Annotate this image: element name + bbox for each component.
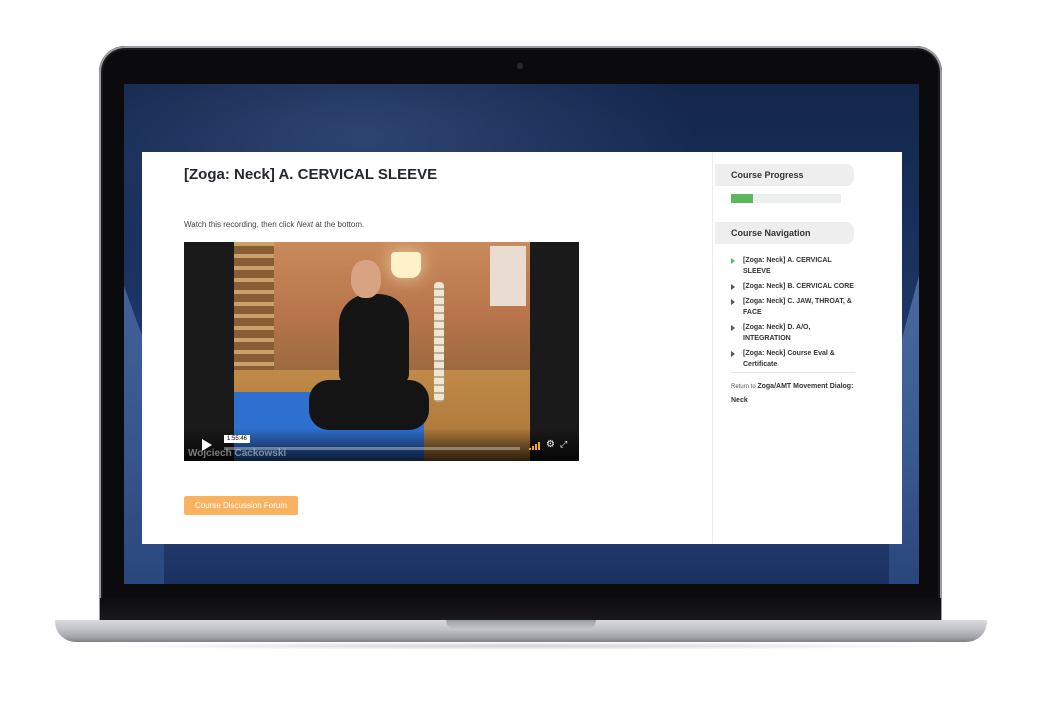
volume-bar — [535, 444, 537, 450]
lesson-instruction: Watch this recording, then click Next at… — [184, 220, 364, 229]
nav-item-cervical-core[interactable]: [Zoga: Neck] B. CERVICAL CORE — [731, 281, 856, 292]
laptop-hinge — [100, 598, 941, 620]
video-window — [490, 246, 526, 306]
arrow-right-icon — [731, 284, 735, 290]
video-person-torso — [339, 294, 409, 384]
sidebar-divider — [731, 372, 855, 373]
settings-icon[interactable]: ⚙ — [546, 440, 555, 450]
video-spine-model — [434, 282, 444, 402]
course-navigation-list: [Zoga: Neck] A. CERVICAL SLEEVE [Zoga: N… — [731, 255, 856, 374]
course-progress-fill — [731, 194, 753, 203]
nav-item-ao-integration[interactable]: [Zoga: Neck] D. A/O, INTEGRATION — [731, 322, 856, 344]
volume-bar — [532, 446, 534, 450]
video-person-head — [351, 260, 381, 298]
nav-item-label: [Zoga: Neck] C. JAW, THROAT, & FACE — [743, 298, 852, 316]
lesson-content: [Zoga: Neck] A. CERVICAL SLEEVE Watch th… — [142, 152, 712, 544]
arrow-right-icon — [731, 258, 735, 264]
nav-item-cervical-sleeve[interactable]: [Zoga: Neck] A. CERVICAL SLEEVE — [731, 255, 856, 277]
page-title: [Zoga: Neck] A. CERVICAL SLEEVE — [184, 166, 438, 183]
arrow-right-icon — [731, 325, 735, 331]
laptop-shadow — [80, 642, 962, 650]
arrow-right-icon — [731, 351, 735, 357]
nav-item-jaw-throat-face[interactable]: [Zoga: Neck] C. JAW, THROAT, & FACE — [731, 296, 856, 318]
video-timestamp: 1:55:46 — [224, 435, 251, 443]
instruction-suffix: at the bottom. — [313, 220, 365, 229]
video-lamp — [391, 252, 421, 278]
volume-bar — [538, 442, 540, 450]
course-navigation-heading: Course Navigation — [715, 222, 854, 244]
lesson-page: [Zoga: Neck] A. CERVICAL SLEEVE Watch th… — [142, 152, 902, 544]
volume-bar — [529, 448, 531, 450]
nav-item-label: [Zoga: Neck] B. CERVICAL CORE — [743, 283, 854, 290]
volume-icon[interactable] — [529, 442, 543, 450]
camera-icon — [517, 63, 523, 69]
course-discussion-forum-button[interactable]: Course Discussion Forum — [184, 496, 298, 515]
instruction-prefix: Watch this recording, then click — [184, 220, 297, 229]
video-watermark: Wojciech Cackowski — [188, 448, 287, 459]
arrow-right-icon — [731, 299, 735, 305]
video-person-legs — [309, 380, 429, 430]
instruction-next: Next — [296, 220, 314, 229]
fullscreen-icon[interactable]: ⤢ — [560, 441, 567, 450]
course-progress-bar — [731, 194, 841, 203]
return-prefix: Return to — [731, 384, 758, 390]
nav-item-label: [Zoga: Neck] D. A/O, INTEGRATION — [743, 324, 811, 342]
nav-item-label: [Zoga: Neck] Course Eval & Certificate — [743, 350, 835, 368]
course-sidebar: Course Progress Course Navigation [Zoga:… — [712, 152, 902, 544]
nav-item-label: [Zoga: Neck] A. CERVICAL SLEEVE — [743, 257, 832, 275]
return-to-course: Return to Zoga/AMT Movement Dialog: Neck — [731, 380, 855, 408]
laptop-notch — [446, 620, 596, 630]
nav-item-course-eval[interactable]: [Zoga: Neck] Course Eval & Certificate — [731, 348, 856, 370]
course-progress-heading: Course Progress — [715, 164, 854, 186]
video-player[interactable]: 1:55:46 ⚙ ⤢ Wojciech Cackowski — [184, 242, 579, 461]
